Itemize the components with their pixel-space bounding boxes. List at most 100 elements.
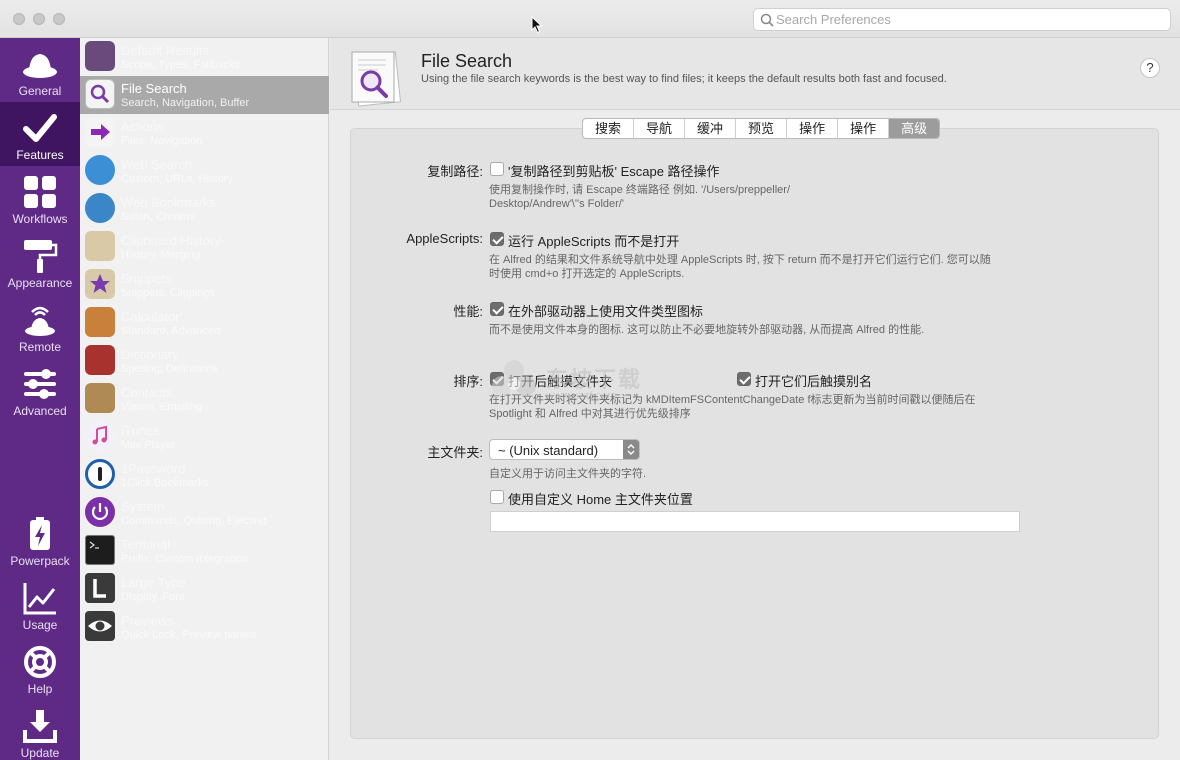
chart-line-icon: [23, 583, 56, 615]
feature-large-type[interactable]: Large Type Display, Font: [80, 570, 329, 608]
feature-subtitle: Commands, Quitting, Ejecting: [121, 515, 267, 527]
feature-name: Clipboard History: [121, 233, 221, 248]
nav-appearance[interactable]: Appearance: [0, 230, 80, 294]
feature-subtitle: Prefix, Custom Integration: [121, 553, 249, 565]
performance-checkbox[interactable]: [490, 302, 504, 316]
page-title: File Search: [421, 51, 513, 71]
performance-label: 性能:: [453, 304, 483, 319]
feature-contacts[interactable]: Contacts Viewer, Emailing: [80, 380, 329, 418]
remote-icon: [25, 306, 55, 336]
close-window-button[interactable]: [13, 13, 25, 25]
watermark-url: www.uzzf.com: [546, 390, 617, 402]
feature-name: Web Bookmarks: [121, 195, 217, 210]
feature-subtitle: Mini Player: [121, 439, 176, 451]
feature-snippets[interactable]: Snippets Snippets, Clippings: [80, 266, 329, 304]
feature-subtitle: Display, Font: [121, 591, 185, 603]
mouse-cursor-icon: [531, 16, 543, 34]
feature-web-search[interactable]: Web Search Custom, URLs, History: [80, 152, 329, 190]
search-preferences-box[interactable]: [753, 8, 1171, 31]
home-folder-select[interactable]: ~ (Unix standard): [489, 439, 640, 460]
nav-label: Powerpack: [10, 554, 70, 568]
nav-label: General: [18, 84, 62, 98]
search-preferences-input[interactable]: [776, 9, 1166, 30]
performance-checkbox-label: 在外部驱动器上使用文件类型图标: [508, 304, 704, 319]
nav-label: Update: [20, 746, 60, 760]
feature-1password[interactable]: 1Password 1Click Bookmarks: [80, 456, 329, 494]
nav-usage[interactable]: Usage: [0, 572, 80, 636]
feature-terminal[interactable]: Terminal Prefix, Custom Integration: [80, 532, 329, 570]
nav-label: Remote: [18, 340, 62, 354]
tab-actions-2[interactable]: 操作: [838, 119, 890, 138]
watermark-flower-icon: [492, 360, 536, 396]
feature-system[interactable]: System Commands, Quitting, Ejecting: [80, 494, 329, 532]
tab-navigation[interactable]: 导航: [634, 119, 686, 138]
copy-path-description-line2: Desktop/Andrew'\''s Folder/': [489, 198, 624, 210]
download-icon: [23, 710, 57, 743]
feature-calculator[interactable]: Calculator Standard, Advanced: [80, 304, 329, 342]
feature-previews[interactable]: Previews Quick Look, Preview panels: [80, 608, 329, 646]
help-button[interactable]: ?: [1140, 58, 1160, 78]
touch-aliases-checkbox[interactable]: [737, 372, 751, 386]
star-clipboard-icon: [85, 269, 115, 299]
feature-web-bookmarks[interactable]: Web Bookmarks Safari, Chrome: [80, 190, 329, 228]
feature-list: Default Results Scope, Types, Fallbacks …: [80, 38, 329, 760]
custom-home-path-field[interactable]: [490, 511, 1020, 532]
nav-general[interactable]: General: [0, 38, 80, 102]
feature-name: Web Search: [121, 157, 193, 172]
calculator-icon: [85, 307, 115, 337]
paint-roller-icon: [24, 240, 58, 273]
performance-description: 而不是使用文件本身的图标. 这可以防止不必要地旋转外部驱动器, 从而提高 Alf…: [489, 324, 925, 336]
keyhole-icon: [85, 459, 115, 489]
grid-icon: [24, 176, 56, 208]
globe-search-icon: [85, 155, 115, 185]
nav-features[interactable]: Features: [0, 102, 80, 166]
feature-subtitle: Standard, Advanced: [121, 325, 221, 337]
hat-icon: [85, 41, 115, 71]
tab-actions-1[interactable]: 操作: [787, 119, 839, 138]
tab-advanced[interactable]: 高级: [889, 119, 940, 138]
custom-home-checkbox[interactable]: [490, 490, 504, 504]
feature-name: Calculator: [121, 309, 180, 324]
feature-actions[interactable]: Actions Files, Navigation: [80, 114, 329, 152]
nav-label: Help: [27, 682, 53, 696]
nav-remote[interactable]: Remote: [0, 294, 80, 358]
applescripts-description-line2: 时使用 cmd+o 打开选定的 AppleScripts.: [489, 268, 685, 280]
feature-name: iTunes: [121, 423, 160, 438]
feature-file-search[interactable]: File Search Search, Navigation, Buffer: [80, 76, 329, 114]
nav-update[interactable]: Update: [0, 700, 80, 760]
applescripts-checkbox-label: 运行 AppleScripts 而不是打开: [508, 234, 680, 249]
feature-subtitle: Safari, Chrome: [121, 211, 195, 223]
feature-name: Contacts: [121, 385, 173, 400]
nav-powerpack[interactable]: Powerpack: [0, 508, 80, 572]
feature-name: Terminal: [121, 537, 171, 552]
feature-subtitle: Scope, Types, Fallbacks: [121, 59, 241, 71]
nav-label: Appearance: [7, 276, 73, 290]
main-navigation: General Features Workflows Appearance Re…: [0, 38, 80, 760]
feature-name: Actions: [121, 119, 164, 134]
feature-clipboard-history[interactable]: Clipboard History History, Merging: [80, 228, 329, 266]
nav-help[interactable]: Help: [0, 636, 80, 700]
tab-preview[interactable]: 预览: [736, 119, 788, 138]
feature-name: 1Password: [121, 461, 186, 476]
minimize-window-button[interactable]: [33, 13, 45, 25]
feature-itunes[interactable]: iTunes Mini Player: [80, 418, 329, 456]
feature-subtitle: Snippets, Clippings: [121, 287, 216, 299]
feature-dictionary[interactable]: Dictionary Spelling, Definitions: [80, 342, 329, 380]
tab-buffer[interactable]: 缓冲: [685, 119, 737, 138]
battery-bolt-icon: [30, 517, 50, 550]
feature-default-results[interactable]: Default Results Scope, Types, Fallbacks: [80, 38, 329, 76]
tab-search[interactable]: 搜索: [583, 119, 635, 138]
copy-path-checkbox[interactable]: [490, 162, 504, 176]
feature-name: File Search: [121, 81, 187, 96]
settings-panel: [350, 128, 1159, 739]
applescripts-checkbox[interactable]: [490, 232, 504, 246]
feature-subtitle: Viewer, Emailing: [121, 401, 203, 413]
nav-advanced[interactable]: Advanced: [0, 358, 80, 422]
feature-name: System: [121, 499, 165, 514]
feature-subtitle: 1Click Bookmarks: [121, 477, 210, 489]
applescripts-description-line1: 在 Alfred 的结果和文件系统导航中处理 AppleScripts 时, 按…: [489, 254, 991, 266]
sorting-label: 排序:: [453, 374, 483, 389]
zoom-window-button[interactable]: [53, 13, 65, 25]
home-folder-label: 主文件夹:: [427, 445, 483, 460]
nav-workflows[interactable]: Workflows: [0, 166, 80, 230]
